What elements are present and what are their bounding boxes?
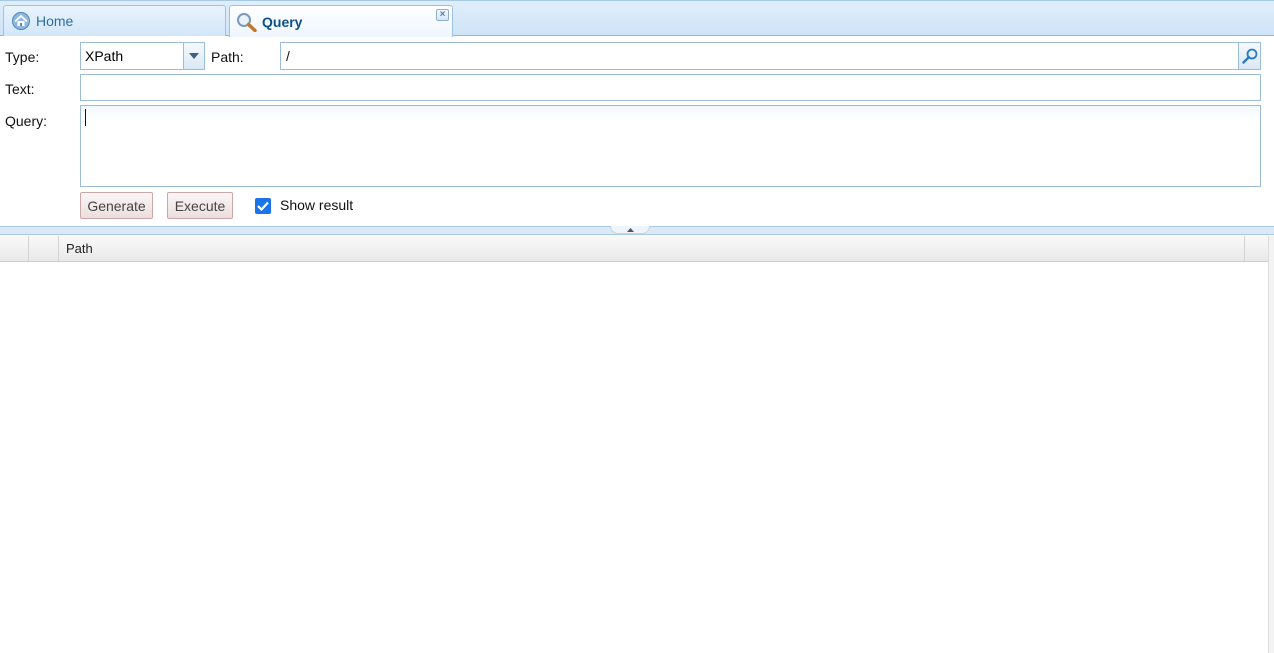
text-caret xyxy=(85,109,86,126)
tab-home[interactable]: Home xyxy=(3,5,226,36)
type-select[interactable]: XPath xyxy=(80,42,205,70)
query-textarea[interactable] xyxy=(80,105,1261,187)
chevron-up-icon xyxy=(626,227,634,232)
grid-column-header-filler xyxy=(1245,236,1269,262)
grid-column-header-path[interactable]: Path xyxy=(59,236,1245,262)
text-label: Text: xyxy=(5,81,35,97)
home-icon xyxy=(10,11,32,31)
panel-splitter[interactable] xyxy=(0,226,1274,235)
grid-column-header[interactable] xyxy=(29,236,59,262)
generate-button[interactable]: Generate xyxy=(80,192,153,219)
chevron-down-icon[interactable] xyxy=(183,43,204,69)
execute-button[interactable]: Execute xyxy=(167,192,233,219)
tab-query[interactable]: Query × xyxy=(229,5,453,37)
type-select-value: XPath xyxy=(85,48,124,64)
path-label: Path: xyxy=(211,49,244,65)
checkmark-icon xyxy=(257,201,269,211)
show-result-checkbox[interactable] xyxy=(255,198,271,214)
search-icon xyxy=(1241,48,1258,64)
show-result-label[interactable]: Show result xyxy=(280,197,353,213)
text-input[interactable] xyxy=(80,74,1261,101)
results-grid-header: Path xyxy=(0,236,1269,262)
query-label: Query: xyxy=(5,113,48,129)
tab-bar: Home Query × xyxy=(0,0,1274,37)
grid-column-header[interactable] xyxy=(0,236,29,262)
path-browse-button[interactable] xyxy=(1238,42,1261,70)
tab-query-label: Query xyxy=(262,13,303,30)
magnifier-icon xyxy=(236,12,258,32)
path-input[interactable] xyxy=(280,42,1239,70)
vertical-scrollbar[interactable] xyxy=(1268,236,1274,653)
type-label: Type: xyxy=(5,49,40,65)
tab-home-label: Home xyxy=(36,13,74,29)
collapse-handle[interactable] xyxy=(610,226,650,234)
close-icon[interactable]: × xyxy=(436,9,449,21)
